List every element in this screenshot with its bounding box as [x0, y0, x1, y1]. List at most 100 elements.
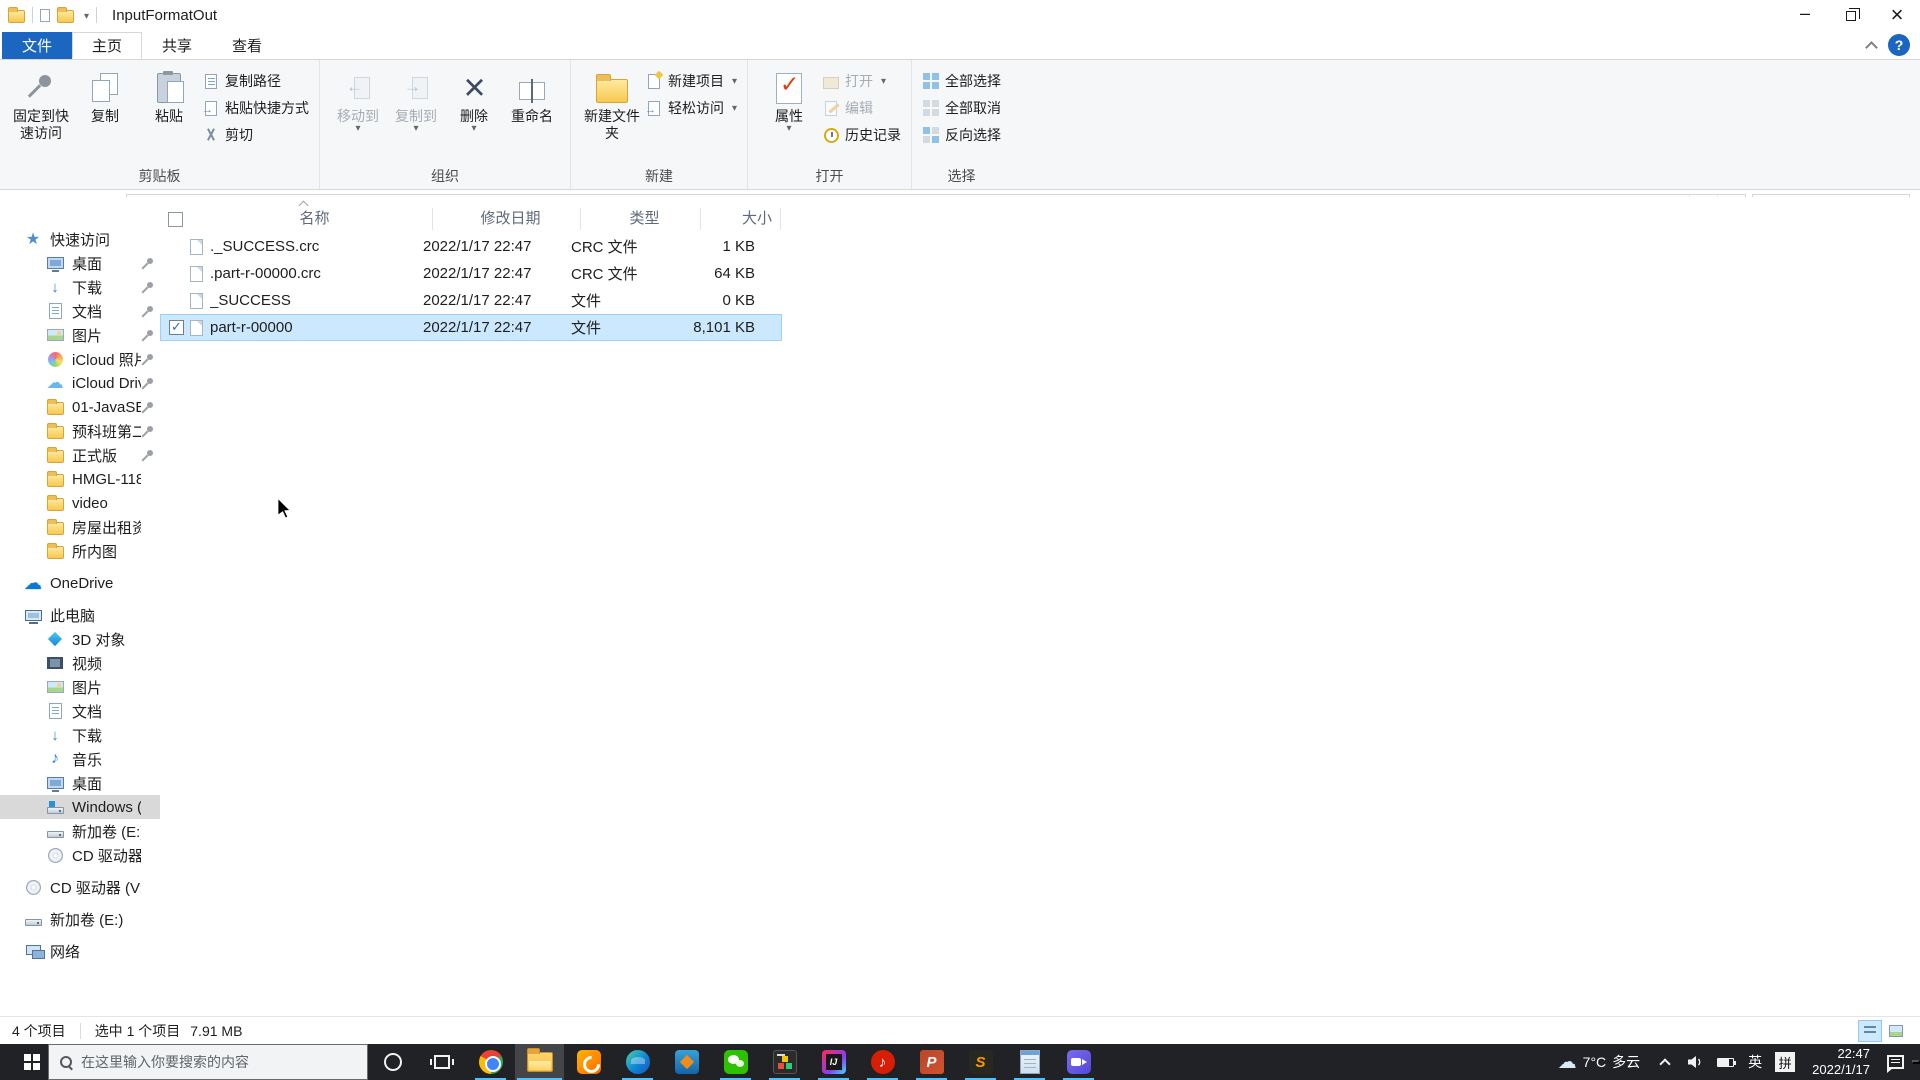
- select-none-button[interactable]: 全部取消: [922, 97, 1001, 119]
- sidebar-item[interactable]: 新加卷 (E:): [0, 907, 160, 931]
- rename-button[interactable]: 重命名: [504, 66, 560, 125]
- sidebar-item[interactable]: Windows (C:): [0, 795, 160, 819]
- sidebar-item[interactable]: HMGL-118: [0, 467, 160, 491]
- copy-button[interactable]: 复制: [74, 66, 136, 125]
- tray-overflow-button[interactable]: [1650, 1044, 1680, 1080]
- new-folder-button[interactable]: 新建文件夹: [581, 66, 643, 142]
- tab-view[interactable]: 查看: [212, 32, 282, 59]
- clock[interactable]: 22:47 2022/1/17: [1800, 1046, 1882, 1078]
- taskbar-app[interactable]: [1005, 1044, 1054, 1080]
- qat-customize-dropdown[interactable]: [81, 6, 89, 24]
- volume-button[interactable]: [1680, 1044, 1710, 1080]
- sidebar-item[interactable]: OneDrive: [0, 571, 160, 595]
- ime-indicator[interactable]: 拼: [1770, 1044, 1800, 1080]
- sidebar-item[interactable]: 图片: [0, 323, 160, 347]
- taskbar-app[interactable]: [662, 1044, 711, 1080]
- sidebar-item[interactable]: video: [0, 491, 160, 515]
- taskbar-app[interactable]: [466, 1044, 515, 1080]
- sidebar-item[interactable]: 预科班第二阶段: [0, 419, 160, 443]
- taskbar-app[interactable]: [956, 1044, 1005, 1080]
- show-desktop-button[interactable]: [1912, 1060, 1920, 1064]
- cut-button[interactable]: 剪切: [202, 124, 309, 146]
- taskbar-app[interactable]: [368, 1044, 417, 1080]
- properties-button[interactable]: 属性: [758, 66, 820, 133]
- file-row[interactable]: .part-r-00000.crc 2022/1/17 22:47 CRC 文件…: [160, 260, 782, 287]
- close-button[interactable]: [1874, 0, 1920, 30]
- taskbar-app[interactable]: [613, 1044, 662, 1080]
- easy-access-button[interactable]: 轻松访问: [645, 97, 737, 119]
- delete-button[interactable]: 删除: [446, 66, 502, 133]
- taskbar-app[interactable]: [907, 1044, 956, 1080]
- taskbar-app[interactable]: [515, 1044, 564, 1080]
- sidebar-item[interactable]: 01-JavaSE: [0, 395, 160, 419]
- sidebar-item[interactable]: iCloud 照片: [0, 347, 160, 371]
- sidebar-item[interactable]: 视频: [0, 651, 160, 675]
- sidebar-item[interactable]: 房屋出租资料: [0, 515, 160, 539]
- sidebar-item[interactable]: 3D 对象: [0, 627, 160, 651]
- large-icons-view-button[interactable]: [1884, 1020, 1908, 1042]
- language-indicator[interactable]: 英: [1740, 1044, 1770, 1080]
- taskbar-app[interactable]: [809, 1044, 858, 1080]
- column-type[interactable]: 类型: [581, 208, 701, 230]
- taskbar-app[interactable]: [564, 1044, 613, 1080]
- sidebar-item[interactable]: 新加卷 (E:): [0, 819, 160, 843]
- minimize-button[interactable]: [1782, 0, 1828, 30]
- collapse-ribbon-icon[interactable]: [1865, 40, 1878, 54]
- header-checkbox[interactable]: [168, 211, 183, 227]
- copy-to-button[interactable]: 复制到: [388, 66, 444, 133]
- paste-shortcut-button[interactable]: 粘贴快捷方式: [202, 97, 309, 119]
- file-row[interactable]: part-r-00000 2022/1/17 22:47 文件 8,101 KB: [160, 314, 782, 341]
- sidebar-item[interactable]: 桌面: [0, 771, 160, 795]
- taskbar-app[interactable]: [858, 1044, 907, 1080]
- invert-selection-button[interactable]: 反向选择: [922, 124, 1001, 146]
- paste-button[interactable]: 粘贴: [138, 66, 200, 125]
- start-button[interactable]: [0, 1044, 48, 1080]
- sidebar-item[interactable]: 文档: [0, 699, 160, 723]
- sidebar-item[interactable]: 下载: [0, 275, 160, 299]
- tab-home[interactable]: 主页: [72, 32, 143, 59]
- qat-new-folder-icon[interactable]: [57, 7, 74, 23]
- taskbar-search-input[interactable]: [81, 1054, 357, 1070]
- file-row[interactable]: ._SUCCESS.crc 2022/1/17 22:47 CRC 文件 1 K…: [160, 233, 782, 260]
- taskbar-app[interactable]: [760, 1044, 809, 1080]
- battery-button[interactable]: [1710, 1044, 1740, 1080]
- action-center-button[interactable]: [1882, 1044, 1912, 1080]
- sidebar-item[interactable]: 图片: [0, 675, 160, 699]
- row-checkbox[interactable]: [169, 319, 184, 335]
- sidebar-item[interactable]: 文档: [0, 299, 160, 323]
- weather-widget[interactable]: 7°C 多云: [1548, 1051, 1651, 1074]
- sidebar-item[interactable]: 下载: [0, 723, 160, 747]
- taskbar-search[interactable]: [48, 1044, 368, 1080]
- taskbar-app[interactable]: [417, 1044, 466, 1080]
- sidebar-item[interactable]: 音乐: [0, 747, 160, 771]
- taskbar-app[interactable]: [1054, 1044, 1103, 1080]
- qat-properties-button[interactable]: [40, 6, 50, 24]
- taskbar-app[interactable]: [711, 1044, 760, 1080]
- column-size[interactable]: 大小: [701, 208, 781, 230]
- file-row[interactable]: _SUCCESS 2022/1/17 22:47 文件 0 KB: [160, 287, 782, 314]
- tab-share[interactable]: 共享: [142, 32, 212, 59]
- column-name[interactable]: 名称: [195, 208, 433, 230]
- history-button[interactable]: 历史记录: [822, 124, 901, 146]
- open-button[interactable]: 打开: [822, 70, 901, 92]
- sidebar-item[interactable]: 网络: [0, 939, 160, 963]
- pin-to-quick-access-button[interactable]: 固定到快速访问: [10, 66, 72, 142]
- details-view-button[interactable]: [1858, 1019, 1882, 1042]
- restore-button[interactable]: [1828, 0, 1874, 30]
- column-date-modified[interactable]: 修改日期: [433, 208, 581, 230]
- sidebar-item[interactable]: 正式版: [0, 443, 160, 467]
- sidebar-item[interactable]: iCloud Drive: [0, 371, 160, 395]
- sidebar-item[interactable]: CD 驱动器 (V:) MAT: [0, 875, 160, 899]
- help-button[interactable]: ?: [1888, 34, 1910, 56]
- tab-file[interactable]: 文件: [2, 32, 73, 59]
- copy-path-button[interactable]: 复制路径: [202, 70, 309, 92]
- sidebar-item[interactable]: CD 驱动器 (V:) MA: [0, 843, 160, 867]
- new-item-button[interactable]: 新建项目: [645, 70, 737, 92]
- move-to-button[interactable]: 移动到: [330, 66, 386, 133]
- sidebar-item[interactable]: 此电脑: [0, 603, 160, 627]
- sidebar-item[interactable]: 快速访问: [0, 227, 160, 251]
- edit-button[interactable]: 编辑: [822, 97, 901, 119]
- sidebar-item[interactable]: 桌面: [0, 251, 160, 275]
- sidebar-item[interactable]: 所内图: [0, 539, 160, 563]
- select-all-button[interactable]: 全部选择: [922, 70, 1001, 92]
